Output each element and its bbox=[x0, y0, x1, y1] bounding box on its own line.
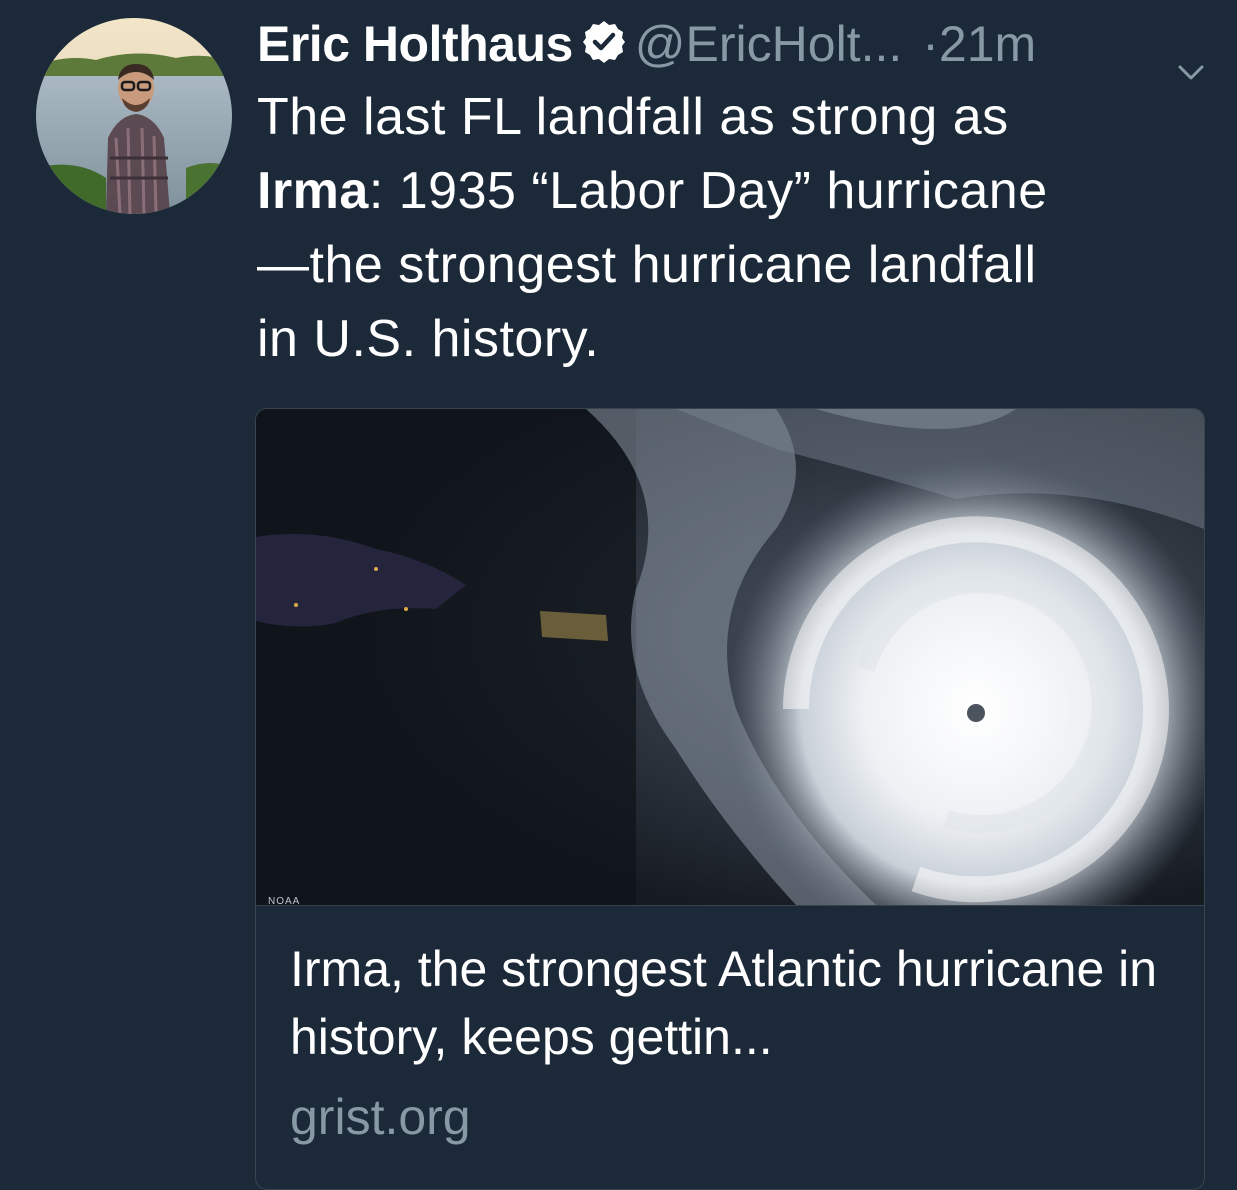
card-image[interactable]: NOAA bbox=[256, 409, 1204, 907]
card-title[interactable]: Irma, the strongest Atlantic hurricane i… bbox=[290, 935, 1180, 1071]
tweet-text-line: —the strongest hurricane landfall bbox=[257, 236, 1037, 294]
tweet-text-line: Irma: 1935 “Labor Day” hurricane bbox=[257, 154, 1217, 228]
tweet-header: Eric Holthaus @EricHolt... ·21m bbox=[257, 12, 1217, 80]
tweet-text: The last FL landfall as strong as Irma: … bbox=[257, 80, 1217, 376]
author-name[interactable]: Eric Holthaus bbox=[257, 16, 573, 72]
tweet-text-bold: Irma bbox=[257, 162, 369, 220]
tweet-text-line: The last FL landfall as strong as bbox=[257, 88, 1009, 146]
author-avatar[interactable] bbox=[36, 18, 232, 214]
link-card[interactable]: NOAA Irma, the strongest Atlantic hurric… bbox=[255, 408, 1205, 1190]
card-divider bbox=[256, 905, 1204, 906]
card-domain[interactable]: grist.org bbox=[290, 1085, 471, 1149]
tweet-timestamp[interactable]: 21m bbox=[939, 16, 1036, 72]
separator-dot: · bbox=[922, 16, 939, 72]
tweet-text-line: in U.S. history. bbox=[257, 310, 600, 368]
tweet-text-segment: : 1935 “Labor Day” hurricane bbox=[368, 162, 1048, 220]
avatar-photo bbox=[36, 18, 232, 214]
author-handle[interactable]: @EricHolt... bbox=[635, 16, 902, 72]
hurricane-satellite-image bbox=[256, 409, 1204, 905]
verified-badge-icon bbox=[581, 16, 627, 80]
